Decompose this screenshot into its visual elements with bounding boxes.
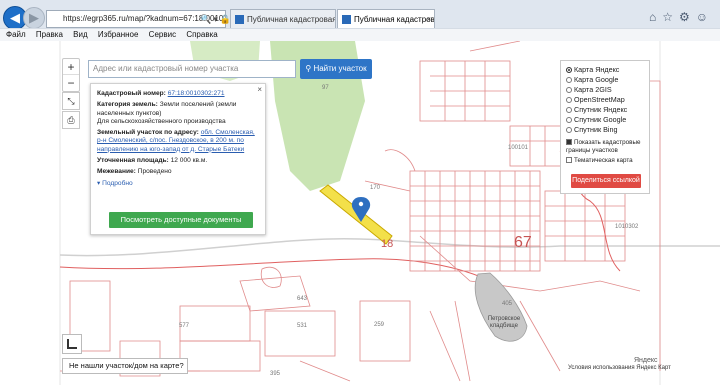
cemetery-area xyxy=(474,272,528,342)
menu-bar: Файл Правка Вид Избранное Сервис Справка xyxy=(0,28,720,41)
more-link[interactable]: ▾ Подробно xyxy=(97,180,259,188)
menu-edit[interactable]: Правка xyxy=(36,30,63,39)
cemetery-label: Петровское кладбище xyxy=(487,316,521,329)
layer-switcher: Карта Яндекс Карта Google Карта 2GIS Ope… xyxy=(560,60,650,194)
map-label-531: 531 xyxy=(297,323,308,329)
browser-chrome: ◀ ▶ https://egrp365.ru/map/?kadnum=67:18… xyxy=(0,0,720,41)
area-value: 12 000 кв.м. xyxy=(170,157,208,165)
layer-label: Карта Google xyxy=(574,75,619,84)
radio[interactable] xyxy=(566,117,572,123)
radio[interactable] xyxy=(566,107,572,113)
yandex-logo: Яндекс xyxy=(634,357,658,364)
show-borders-option[interactable]: Показать кадастровые границы участков xyxy=(566,139,644,154)
area-label: Уточненная площадь: xyxy=(97,157,169,165)
forward-button[interactable]: ▶ xyxy=(23,7,45,29)
kadnum-label: Кадастровый номер: xyxy=(97,90,166,97)
layer-option[interactable]: Карта Яндекс xyxy=(566,65,644,75)
layer-label: Карта Яндекс xyxy=(574,65,620,74)
menu-tools[interactable]: Сервис xyxy=(149,30,176,39)
show-borders-label: Показать кадастровые границы участков xyxy=(566,139,641,154)
address-label: Земельный участок по адресу: xyxy=(97,129,199,137)
tab-icon xyxy=(235,15,244,24)
radio[interactable] xyxy=(566,127,572,133)
thematic-option[interactable]: Тематическая карта xyxy=(566,157,644,165)
survey-value: Проведено xyxy=(137,168,172,176)
layer-option[interactable]: Карта Google xyxy=(566,75,644,85)
survey-label: Межевание: xyxy=(97,168,136,176)
gear-icon[interactable]: ⚙ xyxy=(679,10,696,24)
layer-option[interactable]: Карта 2GIS xyxy=(566,85,644,95)
map-label-67: 67 xyxy=(514,234,532,251)
use-value: Для сельскохозяйственного производства xyxy=(97,117,226,125)
ruler-button[interactable]: ⤡ xyxy=(62,92,80,110)
share-link-button[interactable]: Поделиться ссылкой xyxy=(571,174,641,188)
layer-label: OpenStreetMap xyxy=(574,95,625,104)
parcel-info-panel: × Кадастровый номер: 67:18:0010302:271 К… xyxy=(90,83,266,235)
radio[interactable] xyxy=(566,87,572,93)
menu-view[interactable]: Вид xyxy=(73,30,87,39)
layer-label: Спутник Яндекс xyxy=(574,105,628,114)
layer-label: Спутник Google xyxy=(574,115,627,124)
map-label-18: 18 xyxy=(381,238,394,250)
view-documents-button[interactable]: Посмотреть доступные документы xyxy=(109,212,253,228)
zoom-control: + − xyxy=(62,58,80,92)
layer-option[interactable]: Спутник Google xyxy=(566,115,644,125)
menu-file[interactable]: Файл xyxy=(6,30,26,39)
smiley-icon[interactable]: ☺ xyxy=(696,10,714,24)
map-label-1010302: 1010302 xyxy=(615,224,639,230)
map-label-395: 395 xyxy=(270,371,281,377)
tab-1-label: Публичная кадастровая карта... xyxy=(247,15,336,24)
tab-2-label: Публичная кадастровая карта xyxy=(354,15,435,24)
tab-2[interactable]: Публичная кадастровая карта × xyxy=(337,9,435,29)
not-found-link[interactable]: Не нашли участок/дом на карте? xyxy=(62,358,188,374)
layer-option[interactable]: Спутник Bing xyxy=(566,125,644,135)
map-label-405: 405 xyxy=(502,301,513,307)
search-input[interactable]: Адрес или кадастровый номер участка xyxy=(88,60,296,78)
layer-label: Карта 2GIS xyxy=(574,85,612,94)
selected-parcel xyxy=(319,184,393,245)
tab-icon xyxy=(342,15,351,24)
layer-label: Спутник Bing xyxy=(574,125,618,134)
category-label: Категория земель: xyxy=(97,101,158,109)
address-bar[interactable]: https://egrp365.ru/map/?kadnum=67:18:001… xyxy=(46,10,226,28)
radio[interactable] xyxy=(566,97,572,103)
radio[interactable] xyxy=(566,77,572,83)
thematic-label: Тематическая карта xyxy=(574,157,633,164)
yandex-terms-link[interactable]: Условия использования Яндекс Карт xyxy=(568,365,671,371)
kadnum-link[interactable]: 67:18:0010302:271 xyxy=(168,90,225,97)
search-icon: ⚲ xyxy=(305,64,312,73)
map-label-170: 170 xyxy=(370,185,381,191)
find-parcel-button[interactable]: ⚲ Найти участок xyxy=(300,59,372,79)
zoom-in-button[interactable]: + xyxy=(63,59,79,75)
fullscreen-icon xyxy=(67,339,77,349)
browser-tools[interactable]: ⌂☆⚙☺ xyxy=(649,10,714,24)
menu-favorites[interactable]: Избранное xyxy=(98,30,139,39)
checkbox[interactable] xyxy=(566,157,572,163)
map-label-100101: 100101 xyxy=(508,145,529,151)
more-label: Подробно xyxy=(102,179,133,187)
fullscreen-button[interactable] xyxy=(62,334,82,354)
map-label-577: 577 xyxy=(179,323,190,329)
home-icon[interactable]: ⌂ xyxy=(649,10,662,24)
map-label-97: 97 xyxy=(322,85,329,91)
menu-help[interactable]: Справка xyxy=(186,30,217,39)
close-tab-icon[interactable]: × xyxy=(426,10,431,29)
print-button[interactable]: ⎙ xyxy=(62,111,80,129)
layer-option[interactable]: Спутник Яндекс xyxy=(566,105,644,115)
tab-1[interactable]: Публичная кадастровая карта... xyxy=(230,9,336,29)
star-icon[interactable]: ☆ xyxy=(662,10,679,24)
zoom-out-button[interactable]: − xyxy=(63,75,79,91)
layer-option[interactable]: OpenStreetMap xyxy=(566,95,644,105)
map-label-259: 259 xyxy=(374,322,385,328)
radio-selected[interactable] xyxy=(566,67,572,73)
checkbox-checked[interactable] xyxy=(566,139,572,145)
map-label-643: 643 xyxy=(297,296,308,302)
find-parcel-label: Найти участок xyxy=(313,64,367,73)
close-icon[interactable]: × xyxy=(257,85,262,94)
